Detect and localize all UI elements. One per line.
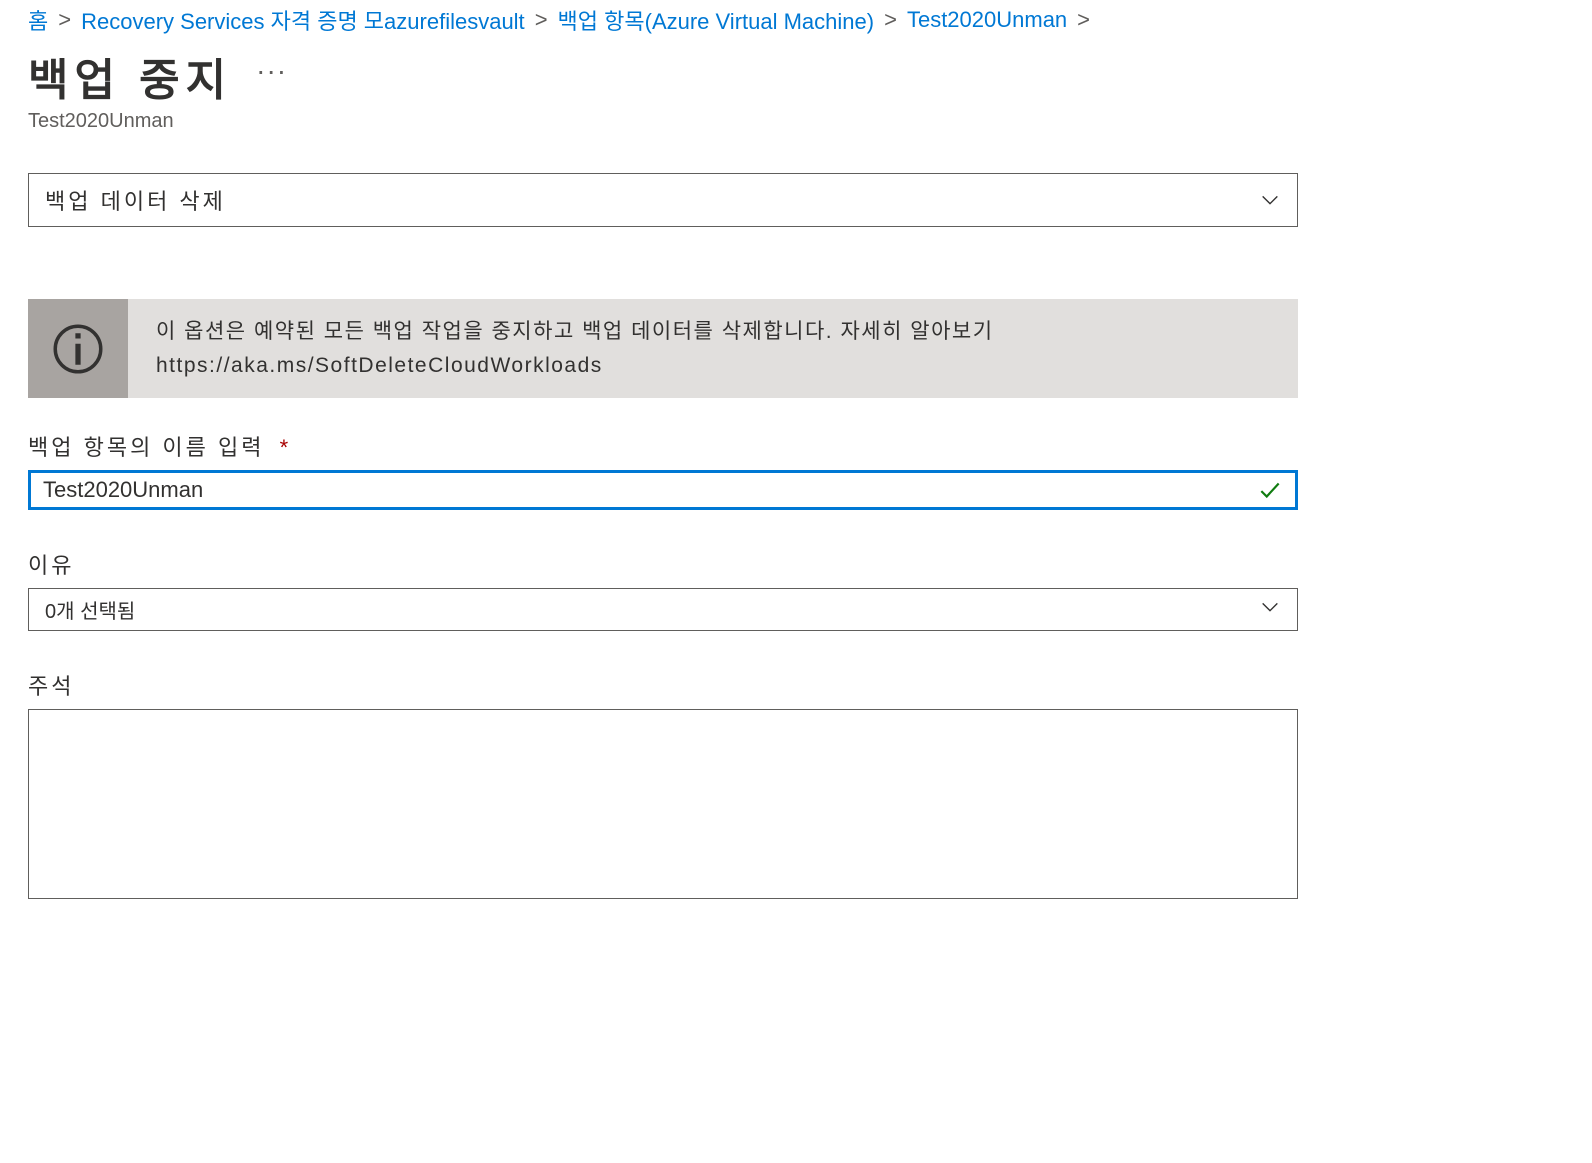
name-input[interactable] xyxy=(43,477,1257,503)
breadcrumb-home[interactable]: 홈 xyxy=(28,4,48,36)
info-icon xyxy=(28,299,128,398)
action-dropdown-selected: 백업 데이터 삭제 xyxy=(45,184,226,216)
info-text: 이 옵션은 예약된 모든 백업 작업을 중지하고 백업 데이터를 삭제합니다. … xyxy=(128,299,1298,398)
checkmark-icon xyxy=(1257,477,1283,503)
comment-textarea[interactable] xyxy=(28,709,1298,899)
comment-label: 주석 xyxy=(28,669,1564,701)
breadcrumb-separator: > xyxy=(535,7,548,33)
chevron-down-icon xyxy=(1259,189,1281,211)
reason-dropdown[interactable]: 0개 선택됨 xyxy=(28,588,1298,631)
breadcrumb-item-vault[interactable]: Recovery Services 자격 증명 모azurefilesvault xyxy=(81,4,525,36)
required-marker: * xyxy=(280,435,292,460)
action-dropdown[interactable]: 백업 데이터 삭제 xyxy=(28,173,1298,227)
name-label-text: 백업 항목의 이름 입력 xyxy=(28,435,265,460)
name-input-label: 백업 항목의 이름 입력 * xyxy=(28,430,1564,462)
breadcrumb-item-backup-items[interactable]: 백업 항목(Azure Virtual Machine) xyxy=(558,4,875,36)
breadcrumb-item-current[interactable]: Test2020Unman xyxy=(907,7,1067,33)
reason-dropdown-selected: 0개 선택됨 xyxy=(45,595,135,624)
page-title: 백업 중지 xyxy=(28,44,232,108)
name-input-wrapper[interactable] xyxy=(28,470,1298,510)
page-title-row: 백업 중지 ··· xyxy=(28,44,1564,108)
more-actions-button[interactable]: ··· xyxy=(256,55,287,97)
breadcrumb-item-vault-name[interactable]: azurefilesvault xyxy=(384,9,525,34)
breadcrumb-separator: > xyxy=(58,7,71,33)
chevron-down-icon xyxy=(1259,596,1281,624)
reason-label: 이유 xyxy=(28,548,1564,580)
breadcrumb-separator: > xyxy=(1077,7,1090,33)
breadcrumb: 홈 > Recovery Services 자격 증명 모azurefilesv… xyxy=(28,4,1564,36)
breadcrumb-item-vault-prefix[interactable]: Recovery Services 자격 증명 모 xyxy=(81,9,384,34)
info-message: 이 옵션은 예약된 모든 백업 작업을 중지하고 백업 데이터를 삭제합니다. … xyxy=(28,299,1298,398)
breadcrumb-separator: > xyxy=(884,7,897,33)
page-subtitle: Test2020Unman xyxy=(28,110,1564,133)
